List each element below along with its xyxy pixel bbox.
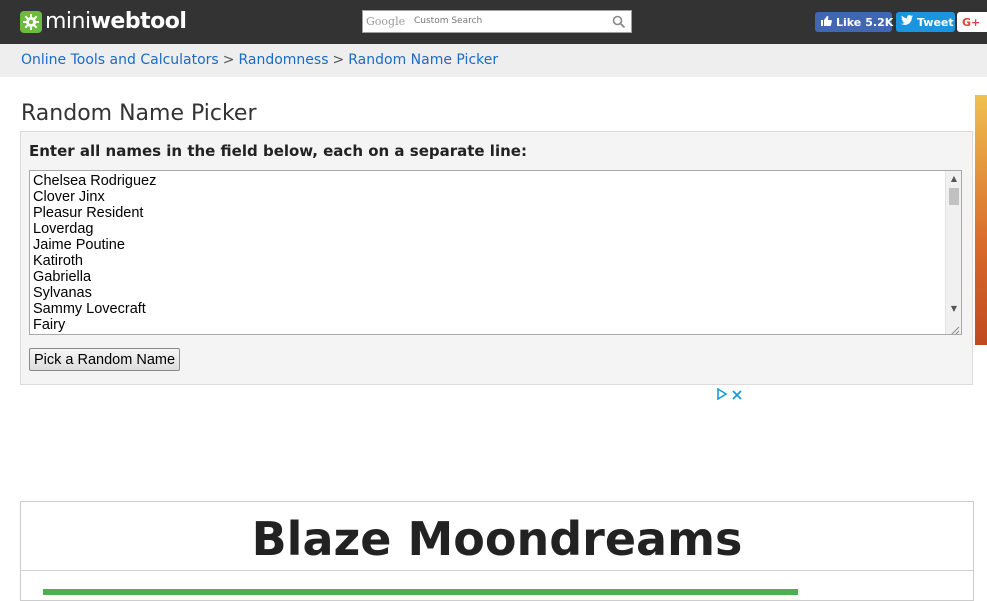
name-line: Fairy: [33, 317, 66, 333]
breadcrumb-bar: Online Tools and Calculators > Randomness >…: [0, 44, 987, 77]
twitter-bird-icon: [901, 15, 913, 29]
name-line: Clover Jinx: [33, 189, 105, 205]
top-header: miniwebtool Google Custom Search Like 5.…: [0, 0, 987, 44]
pick-random-name-button[interactable]: Pick a Random Name: [29, 348, 181, 371]
resize-grip-icon[interactable]: [948, 321, 960, 334]
site-logo[interactable]: miniwebtool: [20, 8, 187, 36]
name-line: Sammy Lovecraft: [33, 301, 146, 317]
name-line: Chelsea Rodriguez: [33, 173, 157, 189]
thumbs-up-icon: [820, 15, 832, 30]
search-icon[interactable]: [612, 14, 626, 29]
ad-choices-icon[interactable]: [716, 385, 728, 404]
ad-close-icon[interactable]: [732, 385, 742, 404]
search-input[interactable]: Google Custom Search: [362, 10, 632, 33]
breadcrumb-separator: >: [332, 52, 345, 68]
logo-text: miniwebtool: [45, 8, 187, 36]
search-placeholder: Custom Search: [414, 16, 483, 26]
result-progress-bar: [43, 589, 798, 595]
name-line: Jaime Poutine: [33, 237, 125, 253]
like-label: Like: [836, 15, 862, 29]
ad-choices[interactable]: [716, 387, 746, 401]
textarea-scrollbar[interactable]: ▲ ▼: [945, 171, 961, 334]
gear-icon: [20, 11, 42, 33]
name-line: Katiroth: [33, 253, 83, 269]
name-line: Loverdag: [33, 221, 94, 237]
facebook-like-button[interactable]: Like 5.2K: [815, 12, 894, 32]
breadcrumb-random-name-picker[interactable]: Random Name Picker: [348, 52, 498, 68]
logo-text-bold: webtool: [90, 9, 187, 34]
name-line: Pleasur Resident: [33, 205, 144, 221]
names-textarea[interactable]: Chelsea Rodriguez Clover Jinx Pleasur Re…: [29, 170, 962, 335]
google-plus-button[interactable]: G+: [957, 12, 987, 32]
google-plus-label: G+: [962, 15, 981, 29]
search-brand: Google: [366, 15, 406, 28]
name-line: Gabriella: [33, 269, 92, 285]
instruction-label: Enter all names in the field below, each…: [29, 142, 527, 160]
breadcrumb-randomness[interactable]: Randomness: [238, 52, 328, 68]
picked-name: Blaze Moondreams: [21, 508, 973, 571]
side-advertisement[interactable]: [975, 95, 987, 345]
logo-text-light: mini: [45, 9, 91, 34]
breadcrumb-online-tools[interactable]: Online Tools and Calculators: [21, 52, 219, 68]
breadcrumb: Online Tools and Calculators > Randomness >…: [21, 52, 498, 68]
tweet-label: Tweet: [917, 15, 954, 29]
name-line: Sylvanas: [33, 285, 92, 301]
scrollbar-thumb[interactable]: [949, 188, 959, 205]
like-count: 5.2K: [865, 15, 894, 29]
result-panel: Blaze Moondreams: [20, 501, 974, 601]
tweet-button[interactable]: Tweet: [896, 12, 955, 32]
breadcrumb-separator: >: [222, 52, 235, 68]
scroll-down-arrow-icon[interactable]: ▼: [946, 301, 961, 317]
name-picker-form: Enter all names in the field below, each…: [20, 131, 973, 385]
scroll-up-arrow-icon[interactable]: ▲: [946, 171, 961, 187]
page-title: Random Name Picker: [21, 101, 257, 126]
names-list: Chelsea Rodriguez Clover Jinx Pleasur Re…: [30, 171, 961, 333]
